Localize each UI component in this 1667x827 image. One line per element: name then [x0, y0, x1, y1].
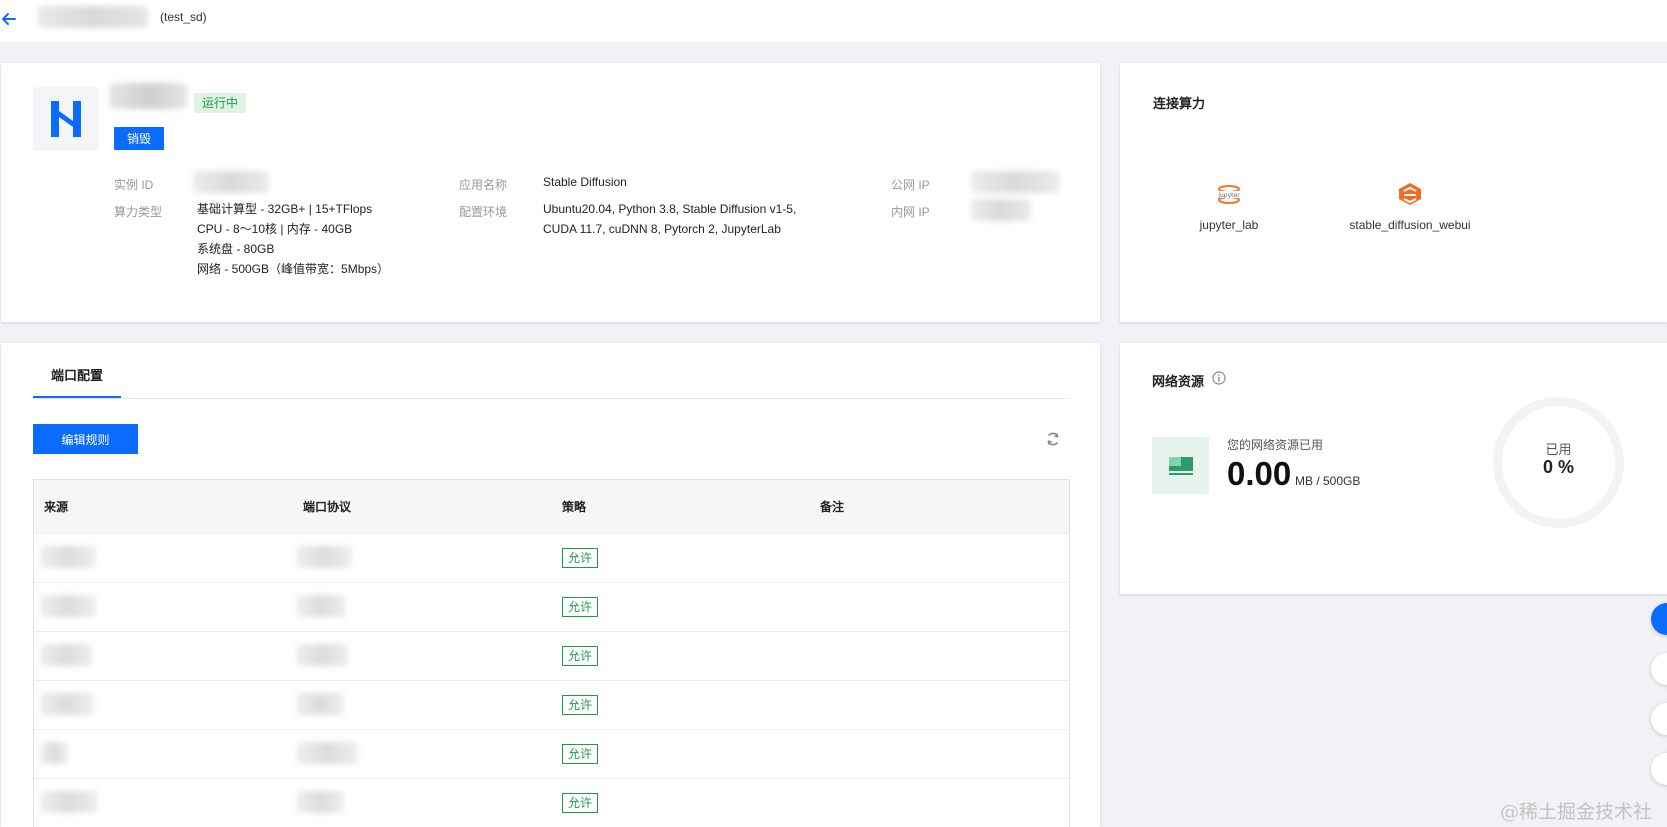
source-blurred [40, 693, 94, 715]
label-app-name: 应用名称 [459, 178, 508, 192]
tab-port-config[interactable]: 端口配置 [33, 357, 121, 398]
jupyter-icon: jupyter [1217, 185, 1240, 204]
usage-ring-label: 已用 [1545, 442, 1572, 457]
network-used-label: 您的网络资源已用 [1227, 438, 1324, 452]
protocol-blurred [296, 742, 358, 764]
float-more-button[interactable] [1651, 753, 1667, 785]
column-protocol: 端口协议 [303, 500, 352, 514]
port-rules-table: 来源 端口协议 策略 备注 允许 允许 允许 允许 允许 允许 [33, 479, 1070, 827]
table-row: 允许 [34, 582, 1069, 631]
back-arrow-icon[interactable] [0, 10, 18, 28]
ports-card: 端口配置 编辑规则 来源 端口协议 策略 备注 允许 允许 允许 允许 允许 允… [1, 343, 1100, 827]
compute-line: 基础计算型 - 32GB+ | 15+TFlops [197, 202, 373, 216]
refresh-icon[interactable] [1045, 431, 1061, 447]
label-instance-id: 实例 ID [114, 178, 154, 192]
env-line: Ubuntu20.04, Python 3.8, Stable Diffusio… [543, 202, 797, 216]
float-feedback-button[interactable] [1651, 703, 1667, 735]
table-row: 允许 [34, 778, 1069, 827]
compute-type-value: 基础计算型 - 32GB+ | 15+TFlops CPU - 8～10核 | … [197, 199, 389, 279]
public-ip-blurred [971, 171, 1059, 193]
table-row: 允许 [34, 680, 1069, 729]
policy-allow-tag: 允许 [562, 646, 599, 666]
network-used-value: 0.00 [1227, 455, 1292, 492]
connect-jupyter-lab[interactable]: jupyter jupyter_lab [1186, 181, 1272, 232]
top-bar: (test_sd) [0, 0, 1667, 42]
column-remark: 备注 [820, 500, 845, 514]
float-support-button[interactable] [1651, 603, 1667, 635]
source-blurred [40, 742, 68, 764]
stable-diffusion-icon [1399, 183, 1421, 205]
network-card: 网络资源 您的网络资源已用 0.00 MB / 500GB 已用 0 % [1120, 343, 1667, 594]
protocol-blurred [296, 595, 346, 617]
compute-line: CPU - 8～10核 | 内存 - 40GB [197, 222, 353, 236]
table-header: 来源 端口协议 策略 备注 [34, 480, 1069, 533]
private-ip-blurred [971, 199, 1031, 221]
connect-item-label: stable_diffusion_webui [1349, 218, 1471, 232]
policy-allow-tag: 允许 [562, 744, 599, 764]
instance-card: 运行中 销毁 实例 ID 算力类型 基础计算型 - 32GB+ | 15+TFl… [1, 63, 1100, 322]
connect-item-label: jupyter_lab [1199, 218, 1259, 232]
status-badge: 运行中 [194, 93, 247, 113]
instance-id-blurred [193, 171, 269, 193]
network-usage-icon-box [1152, 437, 1209, 494]
source-blurred [40, 644, 92, 666]
float-link-button[interactable] [1651, 653, 1667, 685]
usage-ring-value: 0 % [1542, 457, 1575, 477]
instance-title-blurred [109, 83, 187, 109]
policy-allow-tag: 允许 [562, 695, 599, 715]
network-title: 网络资源 [1152, 374, 1205, 389]
label-env: 配置环境 [459, 205, 508, 219]
app-logo [33, 87, 99, 151]
protocol-blurred [296, 644, 348, 666]
label-private-ip: 内网 IP [891, 205, 930, 219]
tab-divider [33, 398, 1070, 399]
table-row: 允许 [34, 533, 1069, 582]
page-subtitle: (test_sd) [160, 10, 207, 24]
app-name-value: Stable Diffusion [543, 175, 627, 189]
env-line: CUDA 11.7, cuDNN 8, Pytorch 2, JupyterLa… [543, 222, 781, 236]
label-compute-type: 算力类型 [114, 205, 163, 219]
info-icon[interactable] [1212, 371, 1226, 385]
table-row: 允许 [34, 729, 1069, 778]
source-blurred [40, 595, 96, 617]
table-row: 允许 [34, 631, 1069, 680]
protocol-blurred [296, 546, 352, 568]
network-used-unit: MB / 500GB [1295, 474, 1361, 488]
policy-allow-tag: 允许 [562, 793, 599, 813]
source-blurred [40, 546, 96, 568]
policy-allow-tag: 允许 [562, 597, 599, 617]
compute-line: 系统盘 - 80GB [197, 242, 275, 256]
hai-logo-icon [51, 101, 81, 137]
label-public-ip: 公网 IP [891, 178, 930, 192]
column-policy: 策略 [562, 500, 587, 514]
policy-allow-tag: 允许 [562, 548, 599, 568]
instance-name-blurred [38, 6, 148, 28]
env-value: Ubuntu20.04, Python 3.8, Stable Diffusio… [543, 199, 796, 239]
protocol-blurred [296, 693, 344, 715]
storage-icon [1168, 456, 1193, 475]
connect-stable-diffusion-webui[interactable]: stable_diffusion_webui [1335, 181, 1485, 232]
connect-title: 连接算力 [1153, 96, 1206, 111]
column-source: 来源 [44, 500, 69, 514]
connect-card: 连接算力 jupyter jupyter_lab stable_diffusio… [1120, 63, 1667, 322]
destroy-button[interactable]: 销毁 [114, 127, 164, 150]
svg-text:jupyter: jupyter [1217, 192, 1240, 199]
watermark: @稀土掘金技术社区 [1500, 801, 1653, 823]
edit-rules-button[interactable]: 编辑规则 [33, 424, 138, 454]
source-blurred [40, 791, 98, 813]
protocol-blurred [296, 791, 344, 813]
compute-line: 网络 - 500GB（峰值带宽：5Mbps） [197, 262, 390, 276]
